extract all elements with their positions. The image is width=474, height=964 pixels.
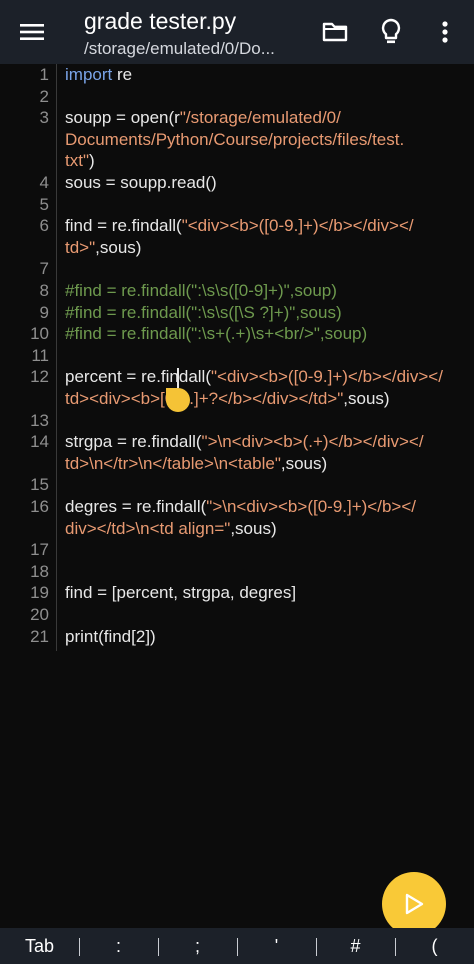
- code-line: percent = re.findall("<div><b>([0-9.]+)<…: [65, 366, 443, 388]
- code-token: ): [88, 151, 95, 171]
- cursor-handle[interactable]: [166, 388, 190, 412]
- code-line-wrap: td>",sous): [65, 237, 141, 259]
- text-cursor: [177, 368, 179, 388]
- code-token: ,sous): [230, 518, 277, 538]
- code-line-wrap: td><div><b>[0-9.]+?</b></div></td>",sous…: [65, 388, 390, 410]
- string-token: td>": [65, 237, 96, 257]
- string-token: ">\n<div><b>(.+)</b></div></: [201, 432, 424, 452]
- line-number: 20: [30, 605, 49, 624]
- symbol-bar: Tab : ; ' # (: [0, 928, 474, 964]
- code-line-wrap: div></td>\n<td align=",sous): [65, 518, 277, 540]
- string-token: ">\n<div><b>([0-9.]+)</b></: [206, 497, 416, 516]
- symbol-key-hash[interactable]: #: [316, 928, 395, 964]
- app-window: grade tester.py /storage/emulated/0/Do..…: [0, 0, 474, 964]
- line-number: 9: [39, 302, 49, 322]
- code-token: strgpa = re.findall(: [65, 432, 202, 452]
- string-token: Documents/Python/Course/projects/files/t…: [65, 129, 405, 149]
- string-token: "<div><b>([0-9.]+)</b></div></: [211, 367, 443, 387]
- symbol-key-paren[interactable]: (: [395, 928, 474, 964]
- code-line: sous = soupp.read(): [65, 173, 217, 192]
- code-line-wrap: txt"): [65, 150, 95, 172]
- symbol-key-tab[interactable]: Tab: [0, 928, 79, 964]
- code-token: percent = re.findall(: [65, 367, 211, 387]
- string-token: "<div><b>([0-9.]+)</b></div></: [181, 216, 414, 236]
- code-line: degres = re.findall(">\n<div><b>([0-9.]+…: [65, 496, 416, 518]
- string-token: txt": [65, 151, 89, 171]
- line-number: 8: [39, 281, 49, 300]
- code-editor[interactable]: 1 2 3 4 5 6 7 8 9 10 11 12 13 14 15 16 1…: [0, 64, 474, 926]
- code-token: find = re.findall(: [65, 216, 182, 236]
- open-folder-button[interactable]: [311, 8, 359, 56]
- code-line: import re: [65, 64, 132, 86]
- line-number: 13: [30, 410, 49, 430]
- code-token: degres = re.findall(: [65, 497, 207, 516]
- comment-line: #find = re.findall(":\s\s([\S ?]+)",sous…: [65, 302, 342, 322]
- code-line-wrap: Documents/Python/Course/projects/files/t…: [65, 129, 404, 151]
- keyword-token: import: [65, 65, 113, 84]
- line-number: 1: [39, 65, 49, 84]
- line-number: 2: [39, 86, 49, 106]
- line-number: 11: [31, 345, 49, 365]
- more-options-button[interactable]: [421, 8, 469, 56]
- code-line: find = [percent, strgpa, degres]: [65, 583, 297, 603]
- code-line: find = re.findall("<div><b>([0-9.]+)</b>…: [65, 215, 414, 237]
- comment-line: #find = re.findall(":\s\s([0-9]+)",soup): [65, 281, 337, 300]
- gutter-divider: [56, 64, 57, 651]
- code-line: print(find[2]): [65, 626, 156, 646]
- line-number: 4: [39, 173, 49, 192]
- file-path: /storage/emulated/0/Do...: [84, 39, 275, 58]
- string-token: "/storage/emulated/0/: [179, 108, 341, 128]
- hamburger-menu-icon: [20, 24, 44, 40]
- string-token: div></td>\n<td align=": [65, 518, 231, 538]
- code-line-wrap: td>\n</tr>\n</table>\n<table",sous): [65, 453, 327, 475]
- line-number: 21: [30, 626, 49, 646]
- line-number: 7: [39, 259, 49, 279]
- symbol-key-quote[interactable]: ': [237, 928, 316, 964]
- toolbar: grade tester.py /storage/emulated/0/Do..…: [0, 0, 474, 64]
- run-button[interactable]: [382, 872, 446, 936]
- code-token: soupp = open(r: [65, 108, 180, 128]
- code-token: re: [112, 65, 133, 84]
- line-number: 10: [30, 324, 49, 344]
- line-number: 14: [30, 432, 49, 452]
- menu-button[interactable]: [8, 8, 56, 56]
- line-number: 18: [30, 561, 49, 581]
- line-number: 19: [30, 583, 49, 603]
- suggestions-button[interactable]: [367, 8, 415, 56]
- line-number: 17: [30, 540, 49, 560]
- symbol-key-semicolon[interactable]: ;: [158, 928, 237, 964]
- comment-line: #find = re.findall(":\s+(.+)\s+<br/>",so…: [65, 324, 368, 344]
- code-line: strgpa = re.findall(">\n<div><b>(.+)</b>…: [65, 431, 424, 453]
- more-vert-icon: [442, 21, 448, 43]
- file-title: grade tester.py: [84, 8, 237, 34]
- code-token: ,sous): [95, 237, 142, 257]
- play-icon: [405, 893, 424, 915]
- line-number: 5: [39, 194, 49, 214]
- code-token: ,sous): [280, 453, 328, 473]
- string-token: td>\n</tr>\n</table>\n<table": [65, 453, 281, 473]
- line-number: 15: [30, 475, 49, 495]
- string-token: td><div><b>[0-9.]+?</b></div></td>": [65, 389, 344, 408]
- lightbulb-icon: [381, 18, 401, 44]
- code-line: soupp = open(r"/storage/emulated/0/: [65, 107, 341, 129]
- line-number: 12: [30, 367, 49, 387]
- symbol-key-colon[interactable]: :: [79, 928, 158, 964]
- folder-icon: [322, 22, 348, 42]
- line-number: 3: [39, 108, 49, 128]
- code-token: ,sous): [343, 389, 390, 408]
- line-number: 6: [39, 216, 49, 236]
- line-number: 16: [30, 497, 49, 516]
